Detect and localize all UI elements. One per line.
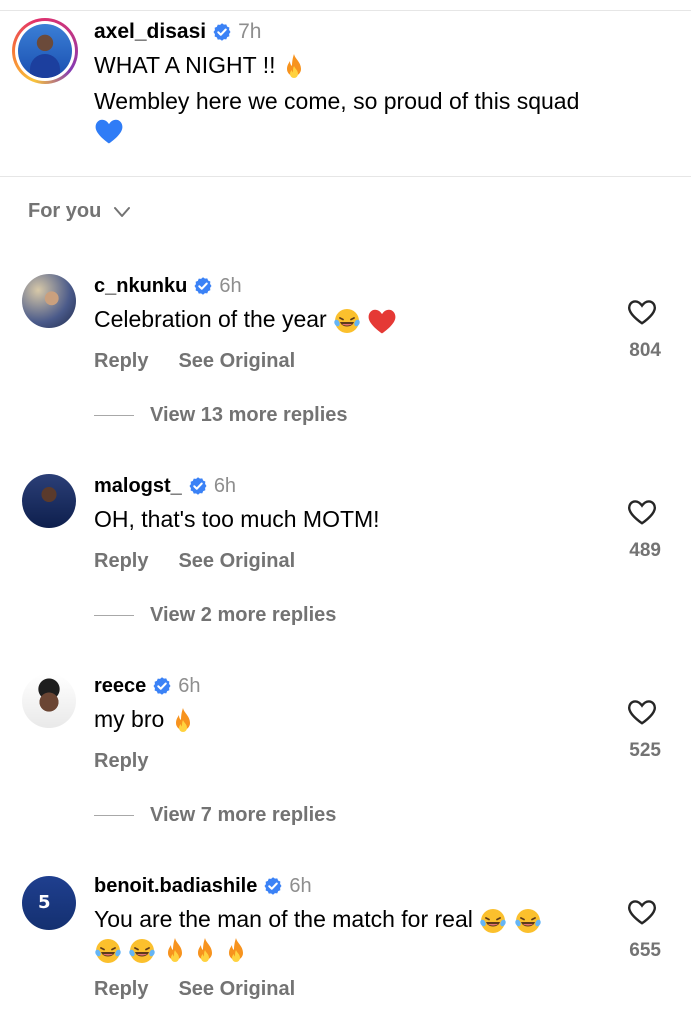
comment-text-emojis xyxy=(94,936,248,965)
like-heart-icon[interactable] xyxy=(627,298,657,326)
avatar[interactable]: 5 xyxy=(22,876,76,930)
timestamp: 6h xyxy=(178,674,201,697)
caption-line-1: WHAT A NIGHT !! xyxy=(94,52,306,81)
story-ring[interactable] xyxy=(12,18,78,84)
verified-badge-icon xyxy=(263,876,283,896)
reply-button[interactable]: Reply xyxy=(94,350,148,373)
laughing-emoji-icon xyxy=(333,307,361,335)
laughing-emoji-icon xyxy=(94,937,122,965)
reply-button[interactable]: Reply xyxy=(94,978,148,1001)
username[interactable]: axel_disasi xyxy=(94,20,206,44)
caption-line-2: Wembley here we come, so proud of this s… xyxy=(94,88,580,114)
like-heart-icon[interactable] xyxy=(627,498,657,526)
fire-emoji-icon xyxy=(282,53,306,81)
username[interactable]: benoit.badiashile xyxy=(94,875,257,898)
sort-label: For you xyxy=(28,200,102,222)
view-replies-button[interactable]: View 7 more replies xyxy=(94,804,336,827)
comment-text: You are the man of the match for real xyxy=(94,906,542,935)
see-original-button[interactable]: See Original xyxy=(178,350,295,373)
like-count: 525 xyxy=(629,740,661,761)
see-original-button[interactable]: See Original xyxy=(178,550,295,573)
view-replies-label: View 7 more replies xyxy=(150,804,337,826)
blue-heart-emoji-icon xyxy=(94,117,124,145)
divider xyxy=(94,615,134,616)
fire-emoji-icon xyxy=(224,937,248,965)
reply-button[interactable]: Reply xyxy=(94,550,148,573)
avatar[interactable] xyxy=(22,274,76,328)
chevron-down-icon xyxy=(114,206,131,217)
like-heart-icon[interactable] xyxy=(627,698,657,726)
verified-badge-icon xyxy=(152,676,172,696)
username[interactable]: c_nkunku xyxy=(94,275,187,298)
timestamp: 7h xyxy=(238,20,262,43)
view-replies-label: View 13 more replies xyxy=(150,404,348,426)
timestamp: 6h xyxy=(219,274,242,297)
timestamp: 6h xyxy=(289,874,312,897)
comment-text: OH, that's too much MOTM! xyxy=(94,506,380,532)
comment-text: my bro xyxy=(94,706,195,735)
username[interactable]: malogst_ xyxy=(94,475,182,498)
verified-badge-icon xyxy=(193,276,213,296)
see-original-button[interactable]: See Original xyxy=(178,978,295,1001)
avatar xyxy=(18,24,72,78)
comment-sort-dropdown[interactable]: For you xyxy=(28,200,131,223)
caption-line-3 xyxy=(94,116,124,145)
divider xyxy=(94,415,134,416)
comment-text: Celebration of the year xyxy=(94,306,397,335)
avatar[interactable] xyxy=(22,674,76,728)
divider xyxy=(0,176,691,177)
laughing-emoji-icon xyxy=(128,937,156,965)
fire-emoji-icon xyxy=(193,937,217,965)
verified-badge-icon xyxy=(188,476,208,496)
jersey-number: 5 xyxy=(38,892,51,913)
like-count: 655 xyxy=(629,940,661,961)
divider xyxy=(94,815,134,816)
view-replies-label: View 2 more replies xyxy=(150,604,337,626)
fire-emoji-icon xyxy=(171,707,195,735)
verified-badge-icon xyxy=(212,22,232,42)
post-caption: axel_disasi 7h WHAT A NIGHT !! Wembley h… xyxy=(0,0,691,178)
laughing-emoji-icon xyxy=(514,907,542,935)
avatar[interactable] xyxy=(22,474,76,528)
timestamp: 6h xyxy=(213,474,237,497)
view-replies-button[interactable]: View 13 more replies xyxy=(94,404,348,427)
red-heart-emoji-icon xyxy=(367,307,397,335)
reply-button[interactable]: Reply xyxy=(94,750,148,773)
username[interactable]: reece xyxy=(94,675,146,698)
view-replies-button[interactable]: View 2 more replies xyxy=(94,604,336,627)
like-count: 804 xyxy=(629,340,661,361)
like-heart-icon[interactable] xyxy=(627,898,657,926)
fire-emoji-icon xyxy=(163,937,187,965)
laughing-emoji-icon xyxy=(479,907,507,935)
like-count: 489 xyxy=(629,540,661,561)
